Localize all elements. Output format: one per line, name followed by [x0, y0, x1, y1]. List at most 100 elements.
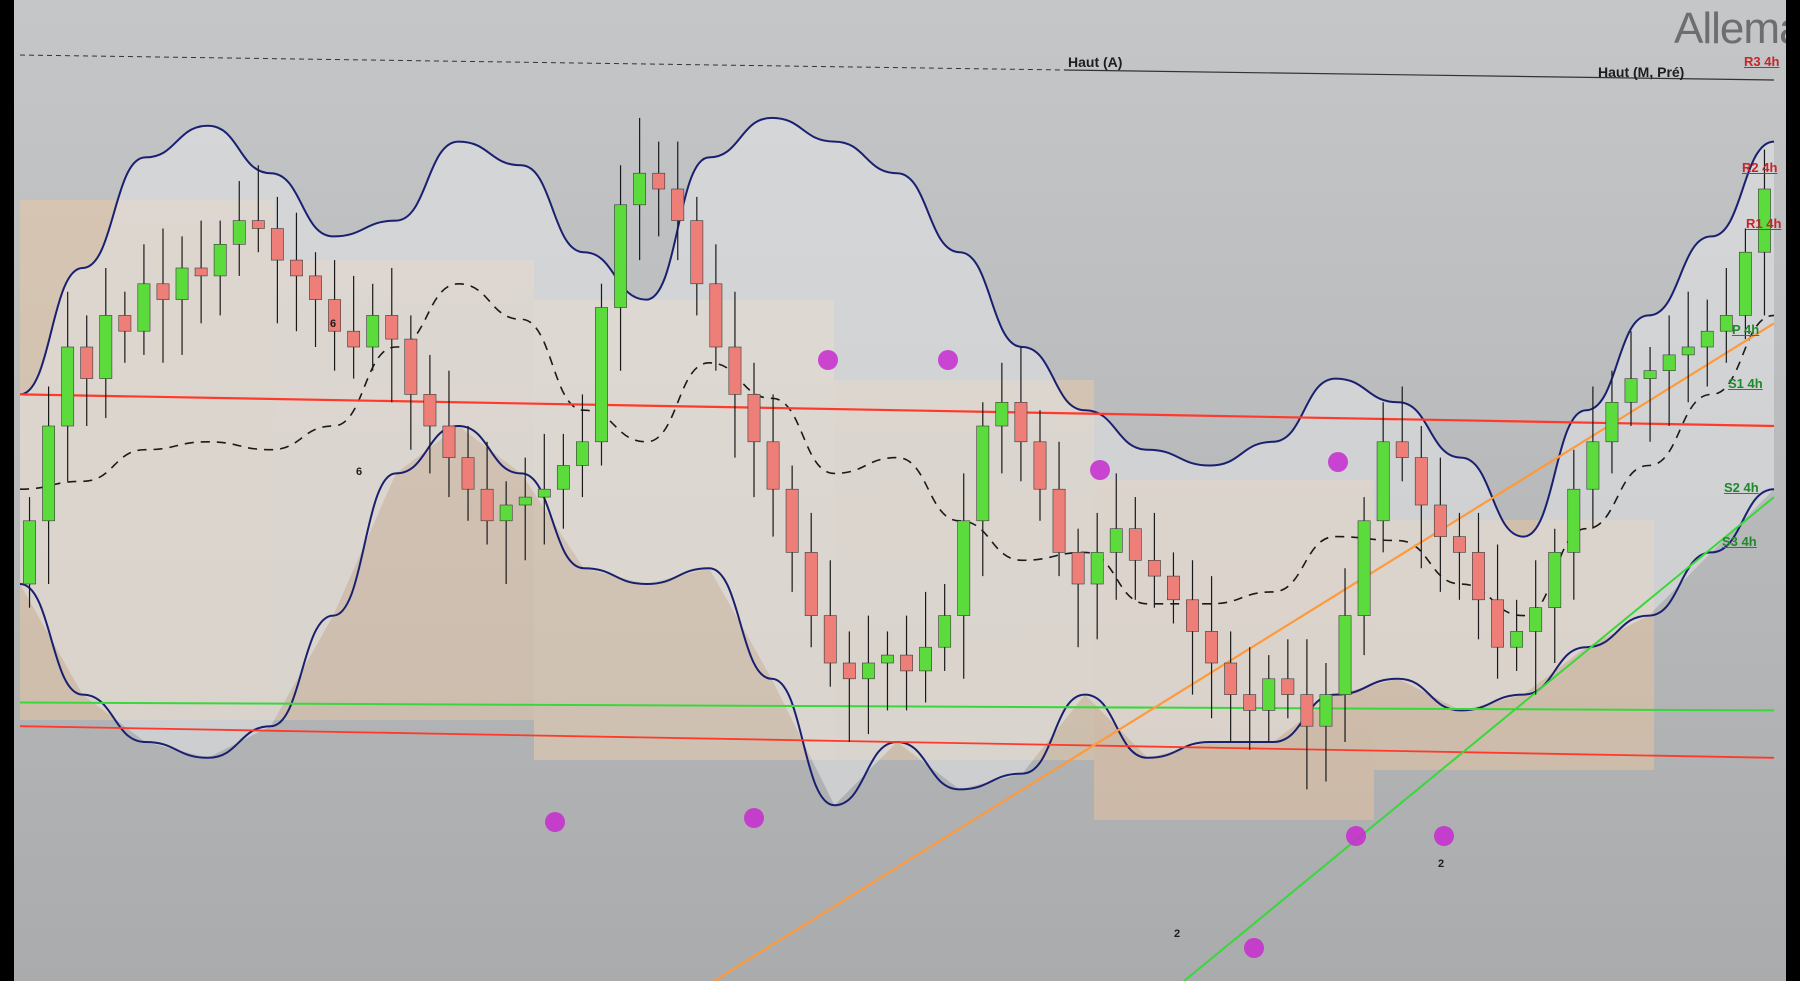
candle-body-86	[1662, 354, 1676, 371]
pivot-r1-label: R1 4h	[1746, 216, 1782, 231]
candle-body-68	[1319, 694, 1333, 727]
candle-body-54	[1052, 488, 1066, 553]
candle-body-12	[251, 220, 265, 229]
annotation-mark-4	[1090, 460, 1110, 480]
signal-marker-3: 2	[1174, 928, 1181, 940]
candle-body-19	[385, 315, 399, 340]
candle-body-75	[1453, 536, 1466, 553]
candle-body-6	[137, 283, 151, 332]
candle-body-28	[556, 465, 570, 490]
candle-body-70	[1357, 520, 1371, 616]
candle-body-41	[804, 552, 818, 616]
annotation-mark-2	[818, 350, 838, 370]
signal-marker-1: 6	[330, 318, 337, 330]
candle-body-11	[232, 220, 246, 245]
candle-body-87	[1681, 346, 1695, 356]
candle-body-43	[842, 662, 856, 680]
candle-body-51	[995, 401, 1009, 427]
candle-body-81	[1567, 488, 1581, 553]
annotation-mark-6	[1346, 826, 1366, 846]
candle-body-69	[1338, 615, 1352, 695]
annotation-mark-5	[1328, 452, 1348, 472]
candle-body-80	[1548, 552, 1562, 609]
candle-body-26	[518, 496, 532, 506]
candle-body-13	[270, 228, 284, 261]
candle-body-45	[881, 654, 894, 664]
candle-body-23	[461, 457, 475, 490]
candle-body-17	[347, 330, 361, 348]
candle-body-10	[213, 244, 227, 277]
candle-body-83	[1605, 401, 1619, 443]
candle-body-29	[576, 441, 589, 466]
candle-body-79	[1529, 607, 1543, 632]
candle-body-90	[1739, 251, 1752, 316]
candle-body-37	[728, 346, 742, 395]
annotation-mark-3	[938, 350, 958, 370]
candle-body-72	[1395, 441, 1409, 458]
pivot-r2-label: R2 4h	[1742, 160, 1778, 175]
pivot-p-label: P 4h	[1732, 322, 1760, 337]
candle-body-67	[1300, 694, 1314, 727]
pivot-s2-label: S2 4h	[1724, 480, 1759, 495]
instrument-title: Allemag	[1674, 4, 1786, 53]
candle-body-4	[99, 315, 113, 379]
candle-body-42	[823, 615, 837, 664]
candle-body-78	[1510, 631, 1524, 648]
signal-marker-4: 2	[1438, 858, 1445, 870]
haut-m-pre-label: Haut (M, Pré)	[1598, 64, 1685, 80]
candle-body-57	[1109, 528, 1123, 553]
signal-marker-2: 6	[356, 466, 363, 478]
candle-body-24	[480, 488, 494, 522]
candle-body-1	[42, 425, 55, 522]
candle-body-56	[1090, 552, 1104, 585]
candle-body-61	[1186, 599, 1199, 632]
candle-body-52	[1014, 401, 1028, 443]
candle-body-63	[1224, 662, 1238, 695]
candle-body-73	[1414, 457, 1428, 506]
candle-body-53	[1033, 441, 1047, 490]
candle-body-35	[690, 220, 704, 285]
candle-body-36	[709, 283, 723, 348]
haut-a-line	[19, 54, 1065, 71]
candle-body-2	[61, 346, 75, 427]
candle-body-9	[194, 267, 208, 277]
candle-body-82	[1586, 441, 1600, 490]
candle-body-22	[442, 425, 456, 458]
candle-body-49	[957, 520, 971, 616]
candle-body-8	[175, 267, 189, 300]
candle-body-20	[404, 338, 418, 395]
candle-body-27	[537, 488, 551, 498]
pivot-r3-label: R3 4h	[1744, 54, 1780, 69]
chart-window: Allemag Haut (A) Haut (M, Pré) R3 4h R2 …	[14, 0, 1786, 981]
candle-body-44	[862, 662, 875, 680]
candle-body-64	[1243, 694, 1257, 711]
candle-body-32	[633, 172, 647, 206]
candle-body-31	[614, 204, 627, 308]
candle-body-33	[652, 172, 666, 190]
candle-body-34	[671, 188, 685, 221]
candle-body-47	[919, 646, 932, 672]
candle-body-39	[766, 441, 780, 490]
candle-body-88	[1700, 330, 1714, 348]
candle-body-89	[1719, 315, 1733, 332]
candle-body-76	[1472, 552, 1485, 601]
candle-body-25	[499, 504, 513, 522]
haut-a-label: Haut (A)	[1068, 54, 1123, 70]
candle-body-55	[1071, 552, 1085, 585]
candle-body-38	[747, 394, 761, 443]
candle-body-14	[290, 259, 303, 277]
price-chart[interactable]	[14, 0, 1786, 981]
candle-body-62	[1205, 631, 1218, 664]
candle-body-85	[1643, 370, 1657, 379]
candle-body-21	[423, 394, 437, 427]
candle-body-40	[785, 488, 799, 553]
candle-body-30	[595, 307, 608, 443]
pivot-s3-label: S3 4h	[1722, 534, 1757, 549]
candle-body-77	[1491, 599, 1504, 648]
annotation-mark-7	[1434, 826, 1454, 846]
candle-body-0	[23, 520, 36, 585]
annotation-mark-1	[744, 808, 764, 828]
candle-body-3	[80, 346, 94, 379]
annotation-mark-8	[1244, 938, 1264, 958]
candle-body-18	[366, 315, 380, 348]
